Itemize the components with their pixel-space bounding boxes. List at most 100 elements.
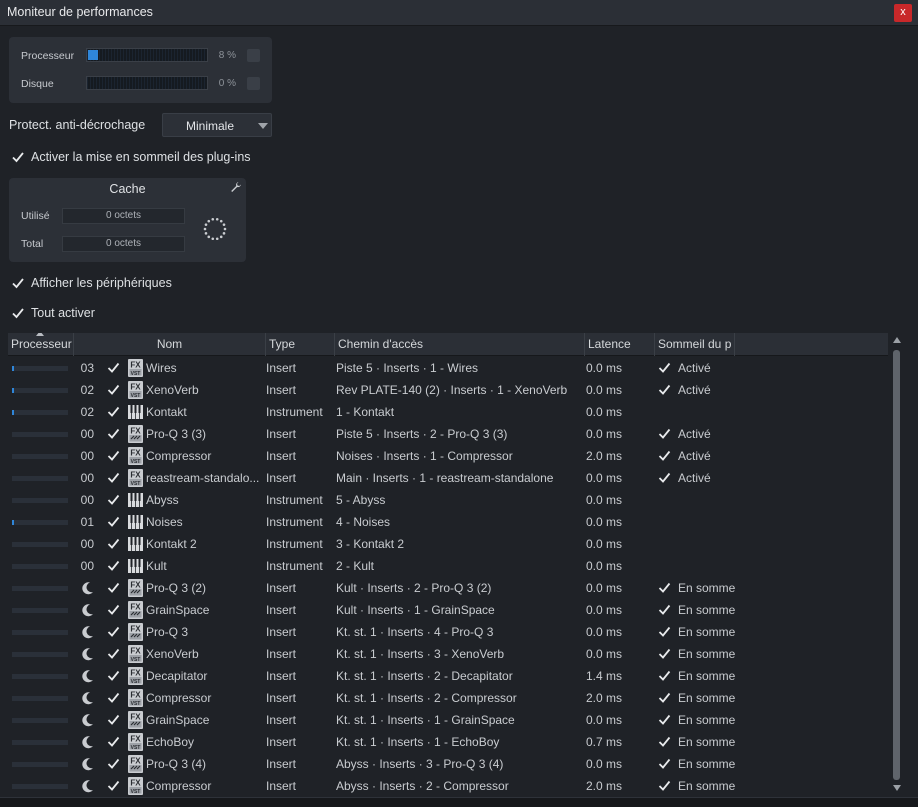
column-header-processeur[interactable]: Processeur [8, 333, 74, 356]
moon-sleep-icon [82, 581, 94, 595]
sleep-enable-checkbox[interactable] [657, 470, 672, 485]
plugin-enable-checkbox[interactable] [106, 470, 121, 485]
cpu-meter-fill [88, 50, 98, 60]
cpu-overload-indicator[interactable] [247, 49, 260, 62]
plugin-name: XenoVerb [146, 647, 199, 661]
show-devices-checkbox[interactable] [10, 275, 26, 291]
table-row[interactable]: FX GrainSpace Insert Kt. st. 1 · Inserts · … [8, 709, 888, 731]
column-header-type[interactable]: Type [266, 333, 335, 356]
wrench-icon[interactable] [230, 181, 242, 193]
sleep-enable-checkbox[interactable] [657, 580, 672, 595]
plugin-type: Insert [266, 471, 297, 485]
plugin-enable-checkbox[interactable] [106, 558, 121, 573]
plugin-enable-checkbox[interactable] [106, 492, 121, 507]
enable-all-checkbox[interactable] [10, 305, 26, 321]
sleep-plugins-checkbox[interactable] [10, 149, 26, 165]
scrollbar-thumb[interactable] [893, 350, 900, 780]
plugin-enable-checkbox[interactable] [106, 734, 121, 749]
vertical-scrollbar[interactable] [890, 333, 904, 797]
plugin-enable-checkbox[interactable] [106, 646, 121, 661]
table-row[interactable]: 03 FX VST Wires Insert Piste 5 · Inserts · 1 … [8, 357, 888, 379]
table-row[interactable]: FX Pro-Q 3 (2) Insert Kult · Inserts · 2 - … [8, 577, 888, 599]
table-row[interactable]: 00 FX VST Compressor Insert Noises · Inserts … [8, 445, 888, 467]
plugin-enable-checkbox[interactable] [106, 778, 121, 793]
plugin-enable-checkbox[interactable] [106, 712, 121, 727]
sleep-enable-checkbox[interactable] [657, 360, 672, 375]
plugin-type: Insert [266, 581, 297, 595]
table-row[interactable]: FX VST XenoVerb Insert Kt. st. 1 · Inserts ·… [8, 643, 888, 665]
sleep-enable-checkbox[interactable] [657, 690, 672, 705]
sleep-enable-checkbox[interactable] [657, 646, 672, 661]
sleep-enable-checkbox[interactable] [657, 448, 672, 463]
plugin-enable-checkbox[interactable] [106, 580, 121, 595]
plugin-enable-checkbox[interactable] [106, 448, 121, 463]
table-row[interactable]: 01 Noises Instrument 4 - Noises 0.0 ms [8, 511, 888, 533]
column-header-label: Sommeil du p [658, 337, 732, 351]
sleep-enable-checkbox[interactable] [657, 602, 672, 617]
svg-text:FX: FX [130, 779, 141, 788]
loading-spinner-icon [203, 217, 227, 241]
table-row[interactable]: 00 Kontakt 2 Instrument 3 - Kontakt 2 0.0 ms [8, 533, 888, 555]
table-row[interactable]: FX VST Compressor Insert Abyss · Inserts · 2… [8, 775, 888, 797]
plugin-enable-checkbox[interactable] [106, 624, 121, 639]
plugin-path: Kt. st. 1 · Inserts · 2 - Decapitator [336, 669, 513, 683]
table-row[interactable]: 00 Kult Instrument 2 - Kult 0.0 ms [8, 555, 888, 577]
sleep-enable-checkbox[interactable] [657, 778, 672, 793]
table-row[interactable]: 02 Kontakt Instrument 1 - Kontakt 0.0 ms [8, 401, 888, 423]
plugin-enable-checkbox[interactable] [106, 382, 121, 397]
plugin-name: Compressor [146, 449, 212, 463]
sleep-enable-checkbox[interactable] [657, 712, 672, 727]
sleep-enable-checkbox[interactable] [657, 624, 672, 639]
table-row[interactable]: FX VST EchoBoy Insert Kt. st. 1 · Inserts · … [8, 731, 888, 753]
moon-sleep-icon [82, 713, 94, 727]
table-row[interactable]: FX Pro-Q 3 Insert Kt. st. 1 · Inserts · 4 -… [8, 621, 888, 643]
sleep-enable-checkbox[interactable] [657, 668, 672, 683]
plugin-enable-checkbox[interactable] [106, 690, 121, 705]
column-header-latence[interactable]: Latence [585, 333, 655, 356]
scroll-down-arrow-icon[interactable] [893, 785, 901, 791]
svg-text:VST: VST [131, 745, 141, 751]
table-row[interactable]: 00 FX Pro-Q 3 (3) Insert Piste 5 · Inserts ·… [8, 423, 888, 445]
svg-text:FX: FX [130, 427, 141, 436]
cpu-usage-bar [12, 564, 68, 569]
plugin-enable-checkbox[interactable] [106, 426, 121, 441]
plugin-latency: 0.0 ms [586, 361, 623, 375]
table-row[interactable]: FX VST Compressor Insert Kt. st. 1 · Inserts… [8, 687, 888, 709]
column-header-chemin[interactable]: Chemin d'accès [335, 333, 585, 356]
table-row[interactable]: FX GrainSpace Insert Kult · Inserts · 1 - G… [8, 599, 888, 621]
plugin-enable-checkbox[interactable] [106, 602, 121, 617]
svg-text:FX: FX [130, 603, 141, 612]
sleep-enable-checkbox[interactable] [657, 734, 672, 749]
table-row[interactable]: 02 FX VST XenoVerb Insert Rev PLATE-140 (2) ·… [8, 379, 888, 401]
scroll-up-arrow-icon[interactable] [893, 337, 901, 343]
plugin-enable-checkbox[interactable] [106, 360, 121, 375]
plugin-enable-checkbox[interactable] [106, 536, 121, 551]
disk-overload-indicator[interactable] [247, 77, 260, 90]
column-header-sommeil[interactable]: Sommeil du p [655, 333, 735, 356]
svg-text:VST: VST [131, 657, 141, 663]
plugin-type: Instrument [266, 405, 323, 419]
cpu-usage-value: 03 [80, 361, 94, 375]
column-header-nom[interactable]: Nom [74, 333, 266, 356]
table-row[interactable]: 00 Abyss Instrument 5 - Abyss 0.0 ms [8, 489, 888, 511]
cpu-usage-bar [12, 762, 68, 767]
plugin-name: Abyss [146, 493, 179, 507]
plugin-enable-checkbox[interactable] [106, 668, 121, 683]
sleep-enable-checkbox[interactable] [657, 756, 672, 771]
title-bar: Moniteur de performances x [0, 0, 918, 26]
plugin-enable-checkbox[interactable] [106, 514, 121, 529]
table-row[interactable]: 00 FX VST reastream-standalo... Insert Main ·… [8, 467, 888, 489]
plugin-path: Abyss · Inserts · 3 - Pro-Q 3 (4) [336, 757, 504, 771]
plugin-type: Insert [266, 383, 297, 397]
plugin-enable-checkbox[interactable] [106, 404, 121, 419]
sleep-enable-checkbox[interactable] [657, 426, 672, 441]
protection-dropdown[interactable]: Minimale [162, 113, 272, 137]
fx-vst-icon: FX VST [128, 447, 143, 465]
table-row[interactable]: FX Pro-Q 3 (4) Insert Abyss · Inserts · 3 -… [8, 753, 888, 775]
cpu-usage-bar [12, 784, 68, 789]
plugin-enable-checkbox[interactable] [106, 756, 121, 771]
table-row[interactable]: FX VST Decapitator Insert Kt. st. 1 · Insert… [8, 665, 888, 687]
column-header-label: Type [269, 337, 296, 351]
sleep-enable-checkbox[interactable] [657, 382, 672, 397]
close-button[interactable]: x [894, 4, 912, 22]
